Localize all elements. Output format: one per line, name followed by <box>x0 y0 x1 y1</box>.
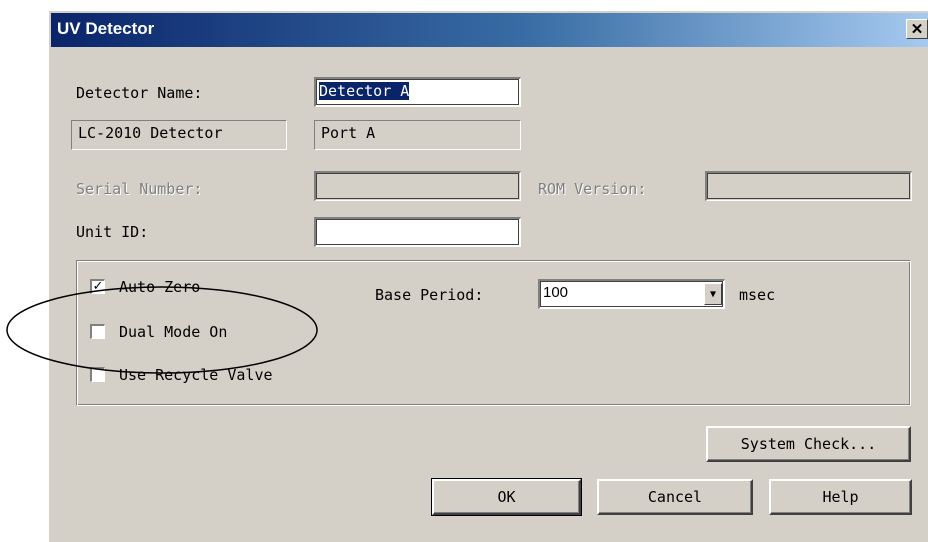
checkmark-icon: ✓ <box>92 279 104 294</box>
cancel-button[interactable]: Cancel <box>597 479 753 515</box>
port-box: Port A <box>314 120 521 150</box>
system-check-button[interactable]: System Check... <box>706 426 911 462</box>
rom-version-field <box>705 171 912 201</box>
ok-label: OK <box>497 488 516 506</box>
model-name-box: LC-2010 Detector <box>71 120 287 150</box>
base-period-unit: msec <box>739 286 776 304</box>
close-icon: ✕ <box>910 20 924 38</box>
recycle-valve-checkbox[interactable] <box>90 367 105 382</box>
unit-id-field[interactable] <box>314 217 521 247</box>
title-bar[interactable]: UV Detector ✕ <box>51 13 928 47</box>
close-button[interactable]: ✕ <box>906 19 928 39</box>
window-title: UV Detector <box>57 19 155 38</box>
port-name: Port A <box>321 124 376 142</box>
recycle-valve-label: Use Recycle Valve <box>119 366 273 384</box>
serial-number-field <box>314 171 521 201</box>
detector-name-label: Detector Name: <box>76 84 203 102</box>
auto-zero-checkbox[interactable]: ✓ <box>90 279 105 294</box>
dual-mode-label: Dual Mode On <box>119 323 228 341</box>
rom-version-label: ROM Version: <box>538 180 647 198</box>
base-period-label: Base Period: <box>375 286 484 304</box>
unit-id-label: Unit ID: <box>76 223 149 241</box>
serial-number-label: Serial Number: <box>76 180 203 198</box>
model-name: LC-2010 Detector <box>78 124 223 142</box>
help-button[interactable]: Help <box>769 479 912 515</box>
dropdown-arrow-icon[interactable]: ▼ <box>704 283 722 305</box>
auto-zero-label: Auto Zero <box>119 278 201 296</box>
help-label: Help <box>822 488 859 506</box>
system-check-label: System Check... <box>740 435 877 453</box>
cancel-label: Cancel <box>647 488 703 506</box>
detector-name-value: Detector A <box>319 82 410 100</box>
base-period-value: 100 <box>543 284 569 301</box>
base-period-select[interactable]: 100 ▼ <box>538 279 725 309</box>
ok-button[interactable]: OK <box>431 478 582 516</box>
detector-name-field[interactable]: Detector A <box>314 77 521 107</box>
uv-detector-dialog: UV Detector ✕ Detector Name: Detector A … <box>47 9 928 542</box>
dual-mode-checkbox[interactable] <box>90 324 105 339</box>
